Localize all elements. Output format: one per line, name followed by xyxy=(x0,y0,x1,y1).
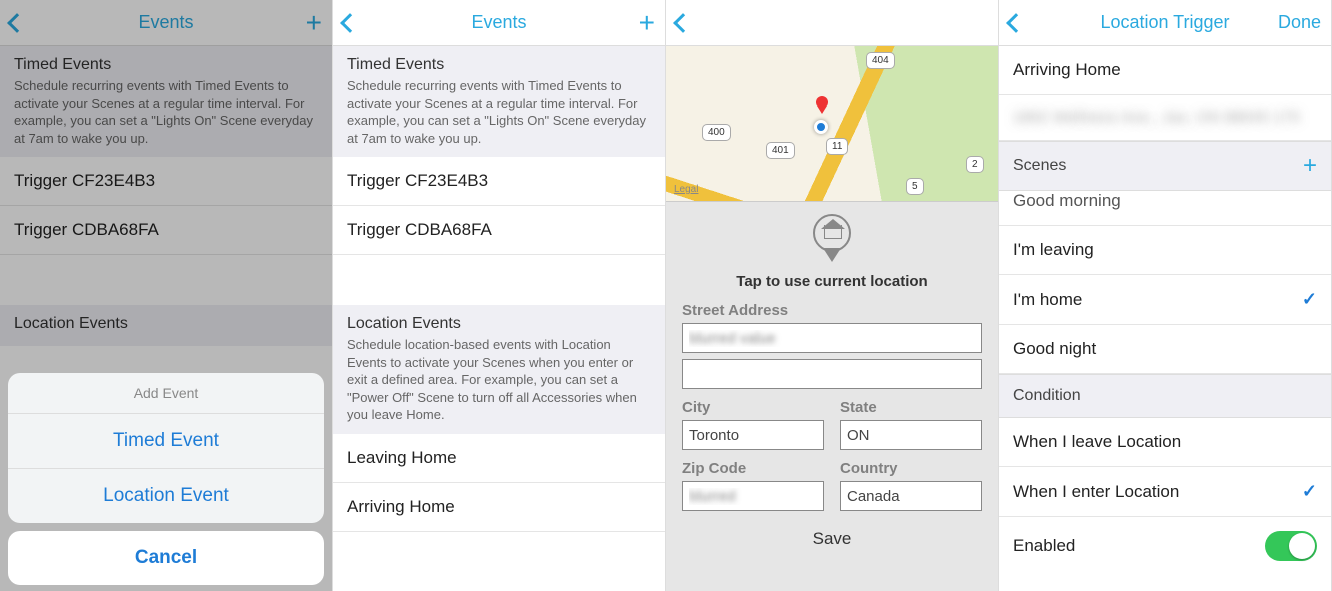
add-scene-button[interactable]: + xyxy=(1303,154,1317,178)
scene-label: I'm home xyxy=(1013,290,1082,310)
navbar xyxy=(666,0,998,46)
plus-icon: + xyxy=(639,9,655,37)
trigger-row[interactable]: Trigger CDBA68FA xyxy=(333,206,665,255)
location-trigger-row[interactable]: Leaving Home xyxy=(333,434,665,483)
content: Arriving Home 1892 Wellness Ave., Jax, O… xyxy=(999,46,1331,591)
enabled-row: Enabled xyxy=(999,517,1331,575)
trigger-label: Trigger CF23E4B3 xyxy=(347,171,488,191)
section-desc: Schedule location-based events with Loca… xyxy=(347,336,651,424)
map-badge: 401 xyxy=(766,142,795,159)
enabled-label: Enabled xyxy=(1013,536,1075,556)
address-text: 1892 Wellness Ave., Jax, ON 88045 175 xyxy=(1013,109,1300,126)
condition-row[interactable]: When I enter Location ✓ xyxy=(999,467,1331,517)
scene-row[interactable]: I'm home ✓ xyxy=(999,275,1331,325)
pin-caption: Tap to use current location xyxy=(682,273,982,290)
map-badge: 2 xyxy=(966,156,984,173)
section-title: Timed Events xyxy=(347,56,651,74)
content: Timed Events Schedule recurring events w… xyxy=(333,46,665,591)
trigger-name: Arriving Home xyxy=(1013,60,1121,80)
use-current-location[interactable]: Tap to use current location xyxy=(682,208,982,292)
scene-row[interactable]: Good night xyxy=(999,325,1331,374)
back-button[interactable] xyxy=(343,16,387,30)
done-button[interactable]: Done xyxy=(1277,12,1321,33)
home-pin-icon xyxy=(813,214,851,252)
trigger-row[interactable]: Trigger CF23E4B3 xyxy=(333,157,665,206)
condition-label: When I enter Location xyxy=(1013,482,1179,502)
trigger-label: Trigger CDBA68FA xyxy=(347,220,492,240)
location-form: Tap to use current location Street Addre… xyxy=(666,202,998,591)
action-sheet: Add Event Timed Event Location Event Can… xyxy=(8,373,324,585)
sheet-option-location[interactable]: Location Event xyxy=(8,469,324,523)
timed-events-header: Timed Events Schedule recurring events w… xyxy=(333,46,665,157)
navbar: Events + xyxy=(333,0,665,46)
sheet-cancel[interactable]: Cancel xyxy=(8,531,324,585)
section-desc: Schedule recurring events with Timed Eve… xyxy=(347,77,651,147)
section-label: Condition xyxy=(1013,387,1081,405)
scene-label: I'm leaving xyxy=(1013,240,1094,260)
map-pin-icon xyxy=(816,96,828,108)
save-button[interactable]: Save xyxy=(682,529,982,549)
map-badge: 404 xyxy=(866,52,895,69)
scene-label: Good night xyxy=(1013,339,1096,359)
section-title: Location Events xyxy=(347,315,651,333)
check-icon: ✓ xyxy=(1302,289,1317,310)
sheet-option-timed[interactable]: Timed Event xyxy=(8,414,324,469)
chevron-left-icon xyxy=(340,13,360,33)
street-label: Street Address xyxy=(682,302,982,319)
sheet-group: Add Event Timed Event Location Event xyxy=(8,373,324,523)
screen-location-trigger: Location Trigger Done Arriving Home 1892… xyxy=(999,0,1332,591)
map-badge: 5 xyxy=(906,178,924,195)
back-button[interactable] xyxy=(1009,16,1053,30)
city-label: City xyxy=(682,399,824,416)
scene-label: Good morning xyxy=(1013,191,1121,211)
current-location-icon xyxy=(814,120,828,134)
zip-input[interactable] xyxy=(682,481,824,511)
street-input-2[interactable] xyxy=(682,359,982,389)
condition-row[interactable]: When I leave Location xyxy=(999,418,1331,467)
state-label: State xyxy=(840,399,982,416)
section-label: Scenes xyxy=(1013,157,1066,175)
trigger-label: Leaving Home xyxy=(347,448,457,468)
scene-row[interactable]: Good morning xyxy=(999,191,1331,226)
map-preview[interactable]: 404 400 401 11 5 2 Legal xyxy=(666,46,998,202)
country-label: Country xyxy=(840,460,982,477)
condition-header: Condition xyxy=(999,374,1331,418)
chevron-left-icon xyxy=(1006,13,1026,33)
screen-location-form: 404 400 401 11 5 2 Legal Tap to use curr… xyxy=(666,0,999,591)
check-icon: ✓ xyxy=(1302,481,1317,502)
map-badge: 400 xyxy=(702,124,731,141)
condition-label: When I leave Location xyxy=(1013,432,1181,452)
location-trigger-row[interactable]: Arriving Home xyxy=(333,483,665,532)
sheet-title: Add Event xyxy=(8,373,324,414)
country-input[interactable] xyxy=(840,481,982,511)
chevron-left-icon xyxy=(673,13,693,33)
scenes-header: Scenes + xyxy=(999,141,1331,191)
spacer xyxy=(333,255,665,305)
navbar: Location Trigger Done xyxy=(999,0,1331,46)
screen-events-with-sheet: Events + Timed Events Schedule recurring… xyxy=(0,0,333,591)
location-events-header: Location Events Schedule location-based … xyxy=(333,305,665,434)
street-input-1[interactable] xyxy=(682,323,982,353)
add-button[interactable]: + xyxy=(611,9,655,37)
trigger-name-row[interactable]: Arriving Home xyxy=(999,46,1331,95)
map-badge: 11 xyxy=(826,138,848,155)
trigger-label: Arriving Home xyxy=(347,497,455,517)
map-legal-link[interactable]: Legal xyxy=(674,184,698,195)
scene-row[interactable]: I'm leaving xyxy=(999,226,1331,275)
enabled-toggle[interactable] xyxy=(1265,531,1317,561)
state-input[interactable] xyxy=(840,420,982,450)
screen-events: Events + Timed Events Schedule recurring… xyxy=(333,0,666,591)
city-input[interactable] xyxy=(682,420,824,450)
back-button[interactable] xyxy=(676,16,720,30)
address-row[interactable]: 1892 Wellness Ave., Jax, ON 88045 175 xyxy=(999,95,1331,141)
zip-label: Zip Code xyxy=(682,460,824,477)
